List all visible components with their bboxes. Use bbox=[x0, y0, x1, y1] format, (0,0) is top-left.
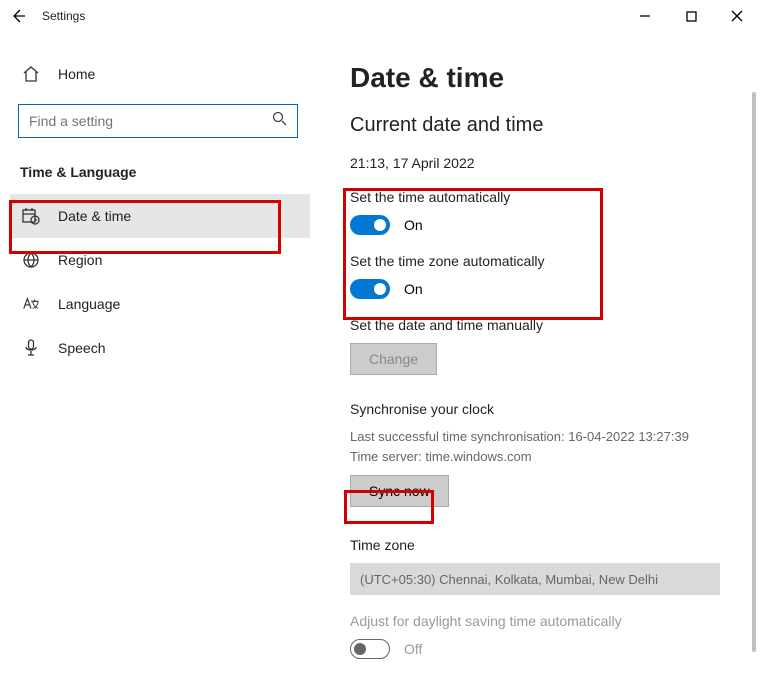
back-button[interactable] bbox=[0, 0, 36, 32]
content-pane: Date & time Current date and time 21:13,… bbox=[320, 32, 760, 700]
dst-state: Off bbox=[404, 641, 422, 657]
sidebar-item-language[interactable]: Language bbox=[10, 282, 310, 326]
sync-label: Synchronise your clock bbox=[350, 401, 740, 417]
sidebar-item-region[interactable]: Region bbox=[10, 238, 310, 282]
dst-label: Adjust for daylight saving time automati… bbox=[350, 613, 740, 629]
timezone-label: Time zone bbox=[350, 537, 740, 553]
language-icon bbox=[20, 293, 42, 315]
maximize-button[interactable] bbox=[668, 0, 714, 32]
timezone-select[interactable]: (UTC+05:30) Chennai, Kolkata, Mumbai, Ne… bbox=[350, 563, 720, 595]
globe-icon bbox=[20, 249, 42, 271]
sidebar-item-label: Region bbox=[58, 252, 102, 268]
sidebar-item-label: Date & time bbox=[58, 208, 131, 224]
page-title: Date & time bbox=[350, 62, 740, 94]
sync-last-line: Last successful time synchronisation: 16… bbox=[350, 427, 740, 447]
microphone-icon bbox=[20, 337, 42, 359]
auto-tz-label: Set the time zone automatically bbox=[350, 253, 740, 269]
auto-tz-toggle[interactable] bbox=[350, 279, 390, 299]
search-input[interactable] bbox=[18, 104, 298, 138]
auto-time-state: On bbox=[404, 217, 423, 233]
sidebar: Home Time & Language Date & time Region … bbox=[0, 32, 320, 700]
search-field[interactable] bbox=[29, 113, 272, 129]
titlebar: Settings bbox=[0, 0, 760, 32]
manual-time-label: Set the date and time manually bbox=[350, 317, 740, 333]
sidebar-home-label: Home bbox=[58, 66, 95, 82]
minimize-icon bbox=[639, 10, 651, 22]
close-icon bbox=[731, 10, 743, 22]
search-icon bbox=[272, 111, 287, 131]
vertical-scrollbar[interactable] bbox=[750, 92, 758, 682]
maximize-icon bbox=[686, 11, 697, 22]
app-title: Settings bbox=[42, 9, 85, 23]
sidebar-item-label: Speech bbox=[58, 340, 105, 356]
auto-time-label: Set the time automatically bbox=[350, 189, 740, 205]
auto-time-toggle[interactable] bbox=[350, 215, 390, 235]
calendar-clock-icon bbox=[20, 205, 42, 227]
sidebar-item-speech[interactable]: Speech bbox=[10, 326, 310, 370]
current-datetime: 21:13, 17 April 2022 bbox=[350, 155, 740, 171]
sidebar-home[interactable]: Home bbox=[10, 52, 310, 96]
minimize-button[interactable] bbox=[622, 0, 668, 32]
sidebar-item-label: Language bbox=[58, 296, 120, 312]
dst-toggle bbox=[350, 639, 390, 659]
timezone-value: (UTC+05:30) Chennai, Kolkata, Mumbai, Ne… bbox=[360, 572, 658, 587]
arrow-left-icon bbox=[10, 8, 26, 24]
change-button: Change bbox=[350, 343, 437, 375]
sync-now-button[interactable]: Sync now bbox=[350, 475, 449, 507]
close-button[interactable] bbox=[714, 0, 760, 32]
auto-tz-state: On bbox=[404, 281, 423, 297]
home-icon bbox=[20, 63, 42, 85]
sidebar-item-date-time[interactable]: Date & time bbox=[10, 194, 310, 238]
sync-server-line: Time server: time.windows.com bbox=[350, 447, 740, 467]
sidebar-group-label: Time & Language bbox=[10, 160, 310, 194]
page-subtitle: Current date and time bbox=[350, 114, 740, 137]
